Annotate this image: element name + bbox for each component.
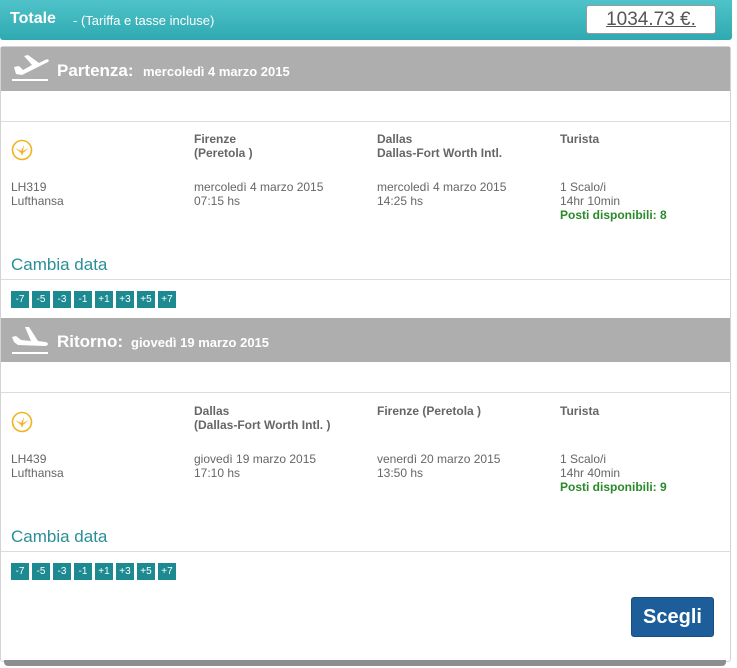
outbound-day-plus-5-button[interactable]: +5 [137,291,155,308]
outbound-divider-bottom [1,279,730,280]
lufthansa-logo-icon [11,411,33,433]
outbound-day-plus-3-button[interactable]: +3 [116,291,134,308]
outbound-duration: 14hr 10min [560,194,621,208]
total-price-box: 1034.73 €. [586,5,716,34]
outbound-from-city: Firenze [194,132,237,146]
outbound-header: Partenza: mercoledì 4 marzo 2015 [1,47,730,91]
return-from-airport: (Dallas-Fort Worth Intl. ) [194,418,331,432]
return-duration: 14hr 40min [560,466,621,480]
return-from-city: Dallas [194,404,230,418]
outbound-airline: Lufthansa [11,194,64,208]
return-stops: 1 Scalo/i [560,452,607,466]
return-header: Ritorno: giovedì 19 marzo 2015 [1,318,730,362]
return-day-minus-5-button[interactable]: -5 [32,563,50,580]
total-subtitle: - (Tariffa e tasse incluse) [73,13,215,28]
plane-landing-icon [12,327,48,354]
return-arrive-time: 13:50 hs [377,466,424,480]
outbound-day-plus-1-button[interactable]: +1 [95,291,113,308]
lufthansa-logo-icon [11,139,33,161]
outbound-stops: 1 Scalo/i [560,180,607,194]
return-day-offsets: -7 -5 -3 -1 +1 +3 +5 +7 [11,563,179,580]
outbound-title: Partenza: [57,61,134,80]
return-title: Ritorno: [57,332,124,351]
return-day-minus-3-button[interactable]: -3 [53,563,71,580]
outbound-change-date-link[interactable]: Cambia data [11,255,107,275]
outbound-cabin: Turista [560,132,600,146]
return-day-plus-1-button[interactable]: +1 [95,563,113,580]
return-depart-time: 17:10 hs [194,466,241,480]
outbound-day-minus-5-button[interactable]: -5 [32,291,50,308]
return-day-plus-5-button[interactable]: +5 [137,563,155,580]
return-change-date-link[interactable]: Cambia data [11,527,107,547]
plane-takeoff-icon [12,55,49,81]
return-airline: Lufthansa [11,466,64,480]
outbound-depart-date: mercoledì 4 marzo 2015 [194,180,324,194]
return-divider-top [1,392,730,393]
total-bar: Totale - (Tariffa e tasse incluse) 1034.… [0,0,732,40]
return-day-minus-1-button[interactable]: -1 [74,563,92,580]
return-to-airport: Firenze (Peretola ) [377,404,482,418]
outbound-seats-available: Posti disponibili: 8 [560,208,667,222]
return-cabin: Turista [560,404,600,418]
return-divider-bottom [1,551,730,552]
outbound-to-airport: Dallas-Fort Worth Intl. [377,146,503,160]
outbound-day-offsets: -7 -5 -3 -1 +1 +3 +5 +7 [11,291,179,308]
outbound-day-minus-3-button[interactable]: -3 [53,291,71,308]
total-label: Totale [10,10,56,27]
outbound-arrive-date: mercoledì 4 marzo 2015 [377,180,507,194]
outbound-from-airport: (Peretola ) [194,146,253,160]
outbound-date: mercoledì 4 marzo 2015 [143,64,290,79]
outbound-flight-number: LH319 [11,180,47,194]
return-date: giovedì 19 marzo 2015 [131,335,270,350]
return-seats-available: Posti disponibili: 9 [560,480,667,494]
return-day-minus-7-button[interactable]: -7 [11,563,29,580]
return-day-plus-7-button[interactable]: +7 [158,563,176,580]
outbound-arrive-time: 14:25 hs [377,194,424,208]
outbound-day-minus-7-button[interactable]: -7 [11,291,29,308]
outbound-divider-top [1,121,730,122]
return-flight-number: LH439 [11,452,47,466]
outbound-day-plus-7-button[interactable]: +7 [158,291,176,308]
total-price: 1034.73 €. [606,9,696,30]
panel-bottom-shadow [4,660,726,666]
choose-button[interactable]: Scegli [631,597,714,637]
return-depart-date: giovedì 19 marzo 2015 [194,452,317,466]
return-arrive-date: venerdì 20 marzo 2015 [377,452,501,466]
outbound-to-city: Dallas [377,132,413,146]
return-day-plus-3-button[interactable]: +3 [116,563,134,580]
outbound-depart-time: 07:15 hs [194,194,241,208]
outbound-day-minus-1-button[interactable]: -1 [74,291,92,308]
